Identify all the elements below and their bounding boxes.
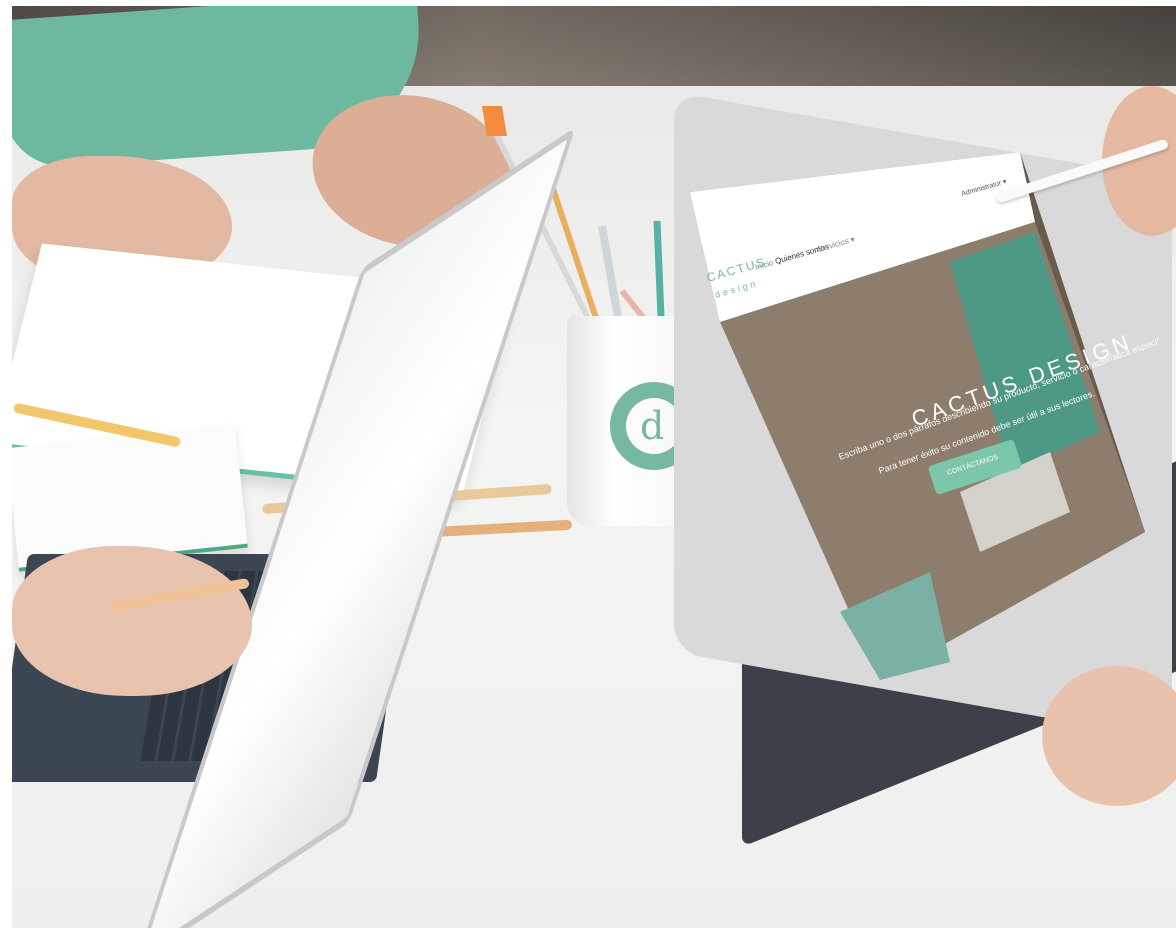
photo: d CACTUS DESIGN Escriba uno o dos párraf… (12, 6, 1176, 928)
cup-logo-letter: d (640, 404, 665, 448)
tablet-screen: CACTUS DESIGN Escriba uno o dos párrafos… (690, 152, 1158, 680)
